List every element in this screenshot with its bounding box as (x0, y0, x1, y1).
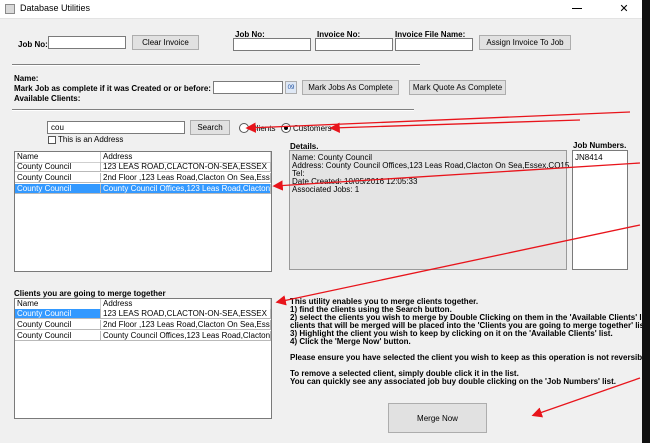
app-icon (5, 4, 15, 14)
column-header-address[interactable]: Address (101, 299, 271, 309)
instruction-line: Please ensure you have selected the clie… (290, 353, 642, 362)
cell-name: County Council (15, 173, 101, 183)
job-no-input-2[interactable] (233, 38, 311, 51)
invoice-no-input[interactable] (315, 38, 393, 51)
job-no-input[interactable] (48, 36, 126, 49)
cell-address: 2nd Floor ,123 Leas Road,Clacton On Sea,… (101, 173, 271, 183)
cell-address: 123 LEAS ROAD,CLACTON-ON-SEA,ESSEX (101, 162, 271, 172)
cell-name: County Council (15, 162, 101, 172)
column-header-name[interactable]: Name (15, 152, 101, 162)
clients-radio-label: Clients (251, 124, 276, 133)
available-clients-label: Available Clients: (14, 94, 81, 103)
customers-radio-label: Customers (293, 124, 332, 133)
name-label: Name: (14, 74, 39, 83)
table-row-selected[interactable]: County Council 123 LEAS ROAD,CLACTON-ON-… (15, 309, 271, 319)
list-item[interactable]: JN8414 (575, 153, 603, 162)
cell-address: 2nd Floor ,123 Leas Road,Clacton On Sea,… (101, 320, 271, 330)
merge-now-button[interactable]: Merge Now (388, 403, 487, 433)
merge-clients-grid[interactable]: Name Address County Council 123 LEAS ROA… (14, 298, 272, 419)
table-row[interactable]: County Council 123 LEAS ROAD,CLACTON-ON-… (15, 162, 271, 172)
database-utilities-window: Database Utilities ✕ Job No: Invoice No:… (0, 0, 642, 443)
close-icon[interactable]: ✕ (612, 2, 636, 16)
title-bar[interactable]: Database Utilities ✕ (0, 0, 642, 19)
job-no-label: Job No: (18, 40, 48, 49)
search-input[interactable]: cou (47, 121, 185, 134)
minimize-icon[interactable] (572, 8, 582, 9)
customers-radio[interactable] (281, 123, 291, 133)
available-clients-grid[interactable]: Name Address County Council 123 LEAS ROA… (14, 151, 272, 272)
mark-quote-complete-button[interactable]: Mark Quote As Complete (409, 80, 506, 95)
mark-jobs-complete-button[interactable]: Mark Jobs As Complete (302, 80, 399, 95)
column-header-address[interactable]: Address (101, 152, 271, 162)
cell-address: 123 LEAS ROAD,CLACTON-ON-SEA,ESSEX (101, 309, 271, 319)
table-row[interactable]: County Council County Council Offices,12… (15, 331, 271, 341)
this-is-an-address-label: This is an Address (58, 135, 124, 144)
clients-radio[interactable] (239, 123, 249, 133)
details-address: Address: County Council Offices,123 Leas… (292, 161, 588, 170)
cell-address: County Council Offices,123 Leas Road,Cla… (101, 331, 271, 341)
cell-name: County Council (15, 320, 101, 330)
invoice-file-name-input[interactable] (395, 38, 473, 51)
table-row[interactable]: County Council 2nd Floor ,123 Leas Road,… (15, 173, 271, 183)
arrow-to-customers-radio (329, 119, 581, 133)
cell-address: County Council Offices,123 Leas Road,Cla… (101, 184, 271, 194)
divider-1 (12, 64, 420, 66)
window-edge (642, 0, 650, 443)
search-button[interactable]: Search (190, 120, 230, 135)
calendar-icon[interactable]: 09 (285, 81, 297, 94)
window-title: Database Utilities (20, 3, 91, 13)
cell-name: County Council (15, 309, 101, 319)
instruction-line: You can quickly see any associated job b… (290, 377, 616, 386)
cell-name: County Council (15, 184, 101, 194)
cell-name: County Council (15, 331, 101, 341)
table-row[interactable]: County Council 2nd Floor ,123 Leas Road,… (15, 320, 271, 330)
merge-clients-label: Clients you are going to merge together (14, 289, 166, 298)
column-header-name[interactable]: Name (15, 299, 101, 309)
assign-invoice-button[interactable]: Assign Invoice To Job (479, 35, 571, 50)
instruction-line: 4) Click the 'Merge Now' button. (290, 337, 411, 346)
complete-date-input[interactable] (213, 81, 283, 94)
mark-complete-label: Mark Job as complete if it was Created o… (14, 84, 211, 93)
details-associated-jobs: Associated Jobs: 1 (292, 185, 360, 194)
details-panel: Name: County Council Address: County Cou… (289, 150, 587, 270)
table-row-selected[interactable]: County Council County Council Offices,12… (15, 184, 271, 194)
this-is-an-address-checkbox[interactable] (48, 136, 56, 144)
clear-invoice-button[interactable]: Clear Invoice (132, 35, 199, 50)
job-numbers-label: Job Numbers. (573, 141, 627, 150)
divider-2 (12, 109, 414, 111)
job-numbers-list[interactable]: JN8414 (572, 150, 628, 270)
